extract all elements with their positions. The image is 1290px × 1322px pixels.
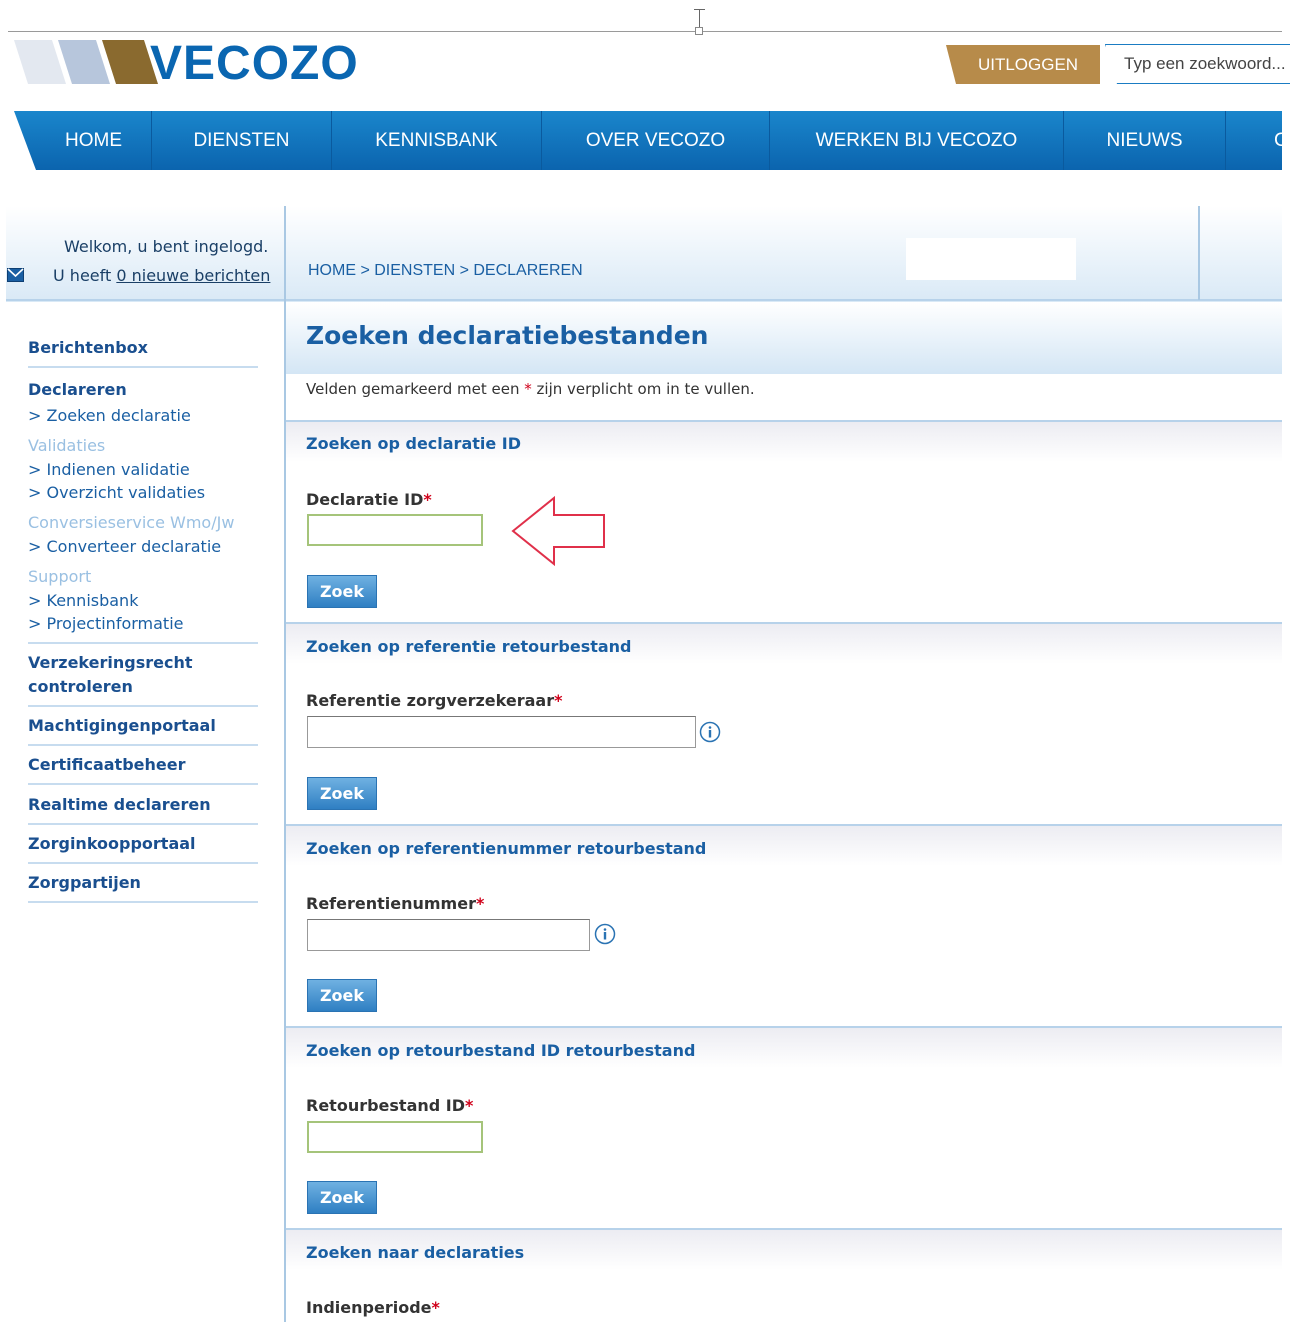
required-star: * [475, 894, 485, 913]
referentienummer-label-text: Referentienummer [306, 894, 476, 913]
search-box [1105, 44, 1290, 84]
sidebar-category-conversieservice: Conversieservice Wmo/Jw [28, 513, 235, 532]
sidebar-divider [28, 823, 258, 825]
sidebar-item-declareren[interactable]: Declareren [28, 380, 127, 399]
section-title-declaratie-id: Zoeken op declaratie ID [306, 434, 522, 453]
sidebar-item-verzekeringsrecht[interactable]: Verzekeringsrecht [28, 653, 192, 672]
required-star: * [465, 1096, 474, 1115]
declaratie-id-input[interactable] [307, 514, 483, 546]
nav-item-werken-bij-vecozo[interactable]: WERKEN BIJ VECOZO [770, 111, 1064, 170]
sidebar-item-zorgpartijen[interactable]: Zorgpartijen [28, 873, 141, 892]
sidebar-item-indienen-validatie[interactable]: > Indienen validatie [28, 460, 190, 479]
sidebar-divider [28, 705, 258, 707]
info-icon[interactable] [594, 923, 616, 945]
nav-item-over-vecozo[interactable]: OVER VECOZO [542, 111, 770, 170]
zoek-button-retourbestand-id[interactable]: Zoek [307, 1181, 377, 1214]
required-note: Velden gemarkeerd met een * zijn verplic… [306, 380, 755, 398]
sidebar-item-certificaatbeheer[interactable]: Certificaatbeheer [28, 755, 186, 774]
referentie-label-text: Referentie zorgverzekeraar [306, 691, 555, 710]
sidebar-item-zoeken-declaratie[interactable]: > Zoeken declaratie [28, 406, 191, 425]
logo[interactable]: VECOZO [150, 36, 359, 92]
retourbestand-id-label-text: Retourbestand ID [306, 1096, 466, 1115]
messages-prefix: U heeft [53, 266, 117, 285]
sidebar-item-projectinformatie[interactable]: > Projectinformatie [28, 614, 184, 633]
sidebar-item-realtime-declareren[interactable]: Realtime declareren [28, 795, 211, 814]
required-star: * [423, 490, 432, 509]
sidebar-item-berichtenbox[interactable]: Berichtenbox [28, 338, 148, 357]
section-title-referentienummer: Zoeken op referentienummer retourbestand [306, 839, 707, 858]
required-star: * [554, 691, 563, 710]
section-title-retourbestand-id: Zoeken op retourbestand ID retourbestand [306, 1041, 696, 1060]
section-title-referentie: Zoeken op referentie retourbestand [306, 637, 632, 656]
sidebar-divider [28, 862, 258, 864]
red-arrow-annotation-icon [511, 495, 605, 567]
zoek-button-referentie[interactable]: Zoek [307, 777, 377, 810]
sidebar-item-converteer-declaratie[interactable]: > Converteer declaratie [28, 537, 221, 556]
info-icon[interactable] [699, 721, 721, 743]
retourbestand-id-input[interactable] [307, 1121, 483, 1153]
field-label-declaratie-id: Declaratie ID* [306, 490, 432, 509]
nav-item-diensten[interactable]: DIENSTEN [152, 111, 332, 170]
field-label-indienperiode: Indienperiode* [306, 1298, 440, 1317]
breadcrumb[interactable]: HOME > DIENSTEN > DECLAREREN [308, 262, 583, 280]
required-star: * [524, 380, 532, 398]
sidebar-category-support: Support [28, 567, 92, 586]
sidebar-divider [28, 642, 258, 644]
required-note-suffix: zijn verplicht om in te vullen. [531, 380, 755, 398]
sidebar-divider [28, 366, 258, 368]
section-title-declaraties: Zoeken naar declaraties [306, 1243, 525, 1262]
sidebar-item-verzekeringsrecht-line2[interactable]: controleren [28, 677, 133, 696]
main-nav: HOME DIENSTEN KENNISBANK OVER VECOZO WER… [14, 111, 1282, 170]
referentienummer-input[interactable] [307, 919, 590, 951]
sidebar-item-machtigingenportaal[interactable]: Machtigingenportaal [28, 716, 216, 735]
sidebar-item-overzicht-validaties[interactable]: > Overzicht validaties [28, 483, 205, 502]
indienperiode-label-text: Indienperiode [306, 1298, 432, 1317]
page-title: Zoeken declaratiebestanden [306, 321, 709, 350]
nav-item-nieuws[interactable]: NIEUWS [1064, 111, 1226, 170]
envelope-icon [7, 268, 24, 282]
zoek-button-declaratie-id[interactable]: Zoek [307, 575, 377, 608]
field-label-referentienummer: Referentienummer* [306, 894, 484, 913]
field-label-referentie-zorgverzekeraar: Referentie zorgverzekeraar* [306, 691, 562, 710]
welcome-text: Welkom, u bent ingelogd. [64, 237, 269, 256]
logo-mark-icon [14, 40, 158, 84]
nav-item-home[interactable]: HOME [14, 111, 152, 170]
resize-handle[interactable] [695, 27, 703, 35]
sidebar-divider [28, 744, 258, 746]
sidebar-divider [28, 901, 258, 903]
field-label-retourbestand-id: Retourbestand ID* [306, 1096, 473, 1115]
sidebar-item-zorginkoopportaal[interactable]: Zorginkoopportaal [28, 834, 196, 853]
nav-item-contact[interactable]: C [1226, 111, 1282, 170]
top-divider [8, 31, 1282, 32]
search-input[interactable] [1105, 44, 1290, 84]
declaratie-id-label-text: Declaratie ID [306, 490, 424, 509]
sidebar-item-kennisbank[interactable]: > Kennisbank [28, 591, 138, 610]
messages-notice: U heeft 0 nieuwe berichten [53, 266, 270, 285]
sidebar-category-validaties: Validaties [28, 436, 106, 455]
strip-divider [6, 299, 1282, 301]
zoek-button-referentienummer[interactable]: Zoek [307, 979, 377, 1012]
referentie-zorgverzekeraar-input[interactable] [307, 716, 696, 748]
logout-button[interactable]: UITLOGGEN [946, 45, 1100, 84]
nav-item-kennisbank[interactable]: KENNISBANK [332, 111, 542, 170]
blank-panel [906, 238, 1076, 280]
sidebar-divider [28, 783, 258, 785]
strip-divider-right [1198, 206, 1200, 300]
required-star: * [431, 1298, 440, 1317]
required-note-prefix: Velden gemarkeerd met een [306, 380, 525, 398]
new-messages-link[interactable]: 0 nieuwe berichten [116, 266, 270, 285]
